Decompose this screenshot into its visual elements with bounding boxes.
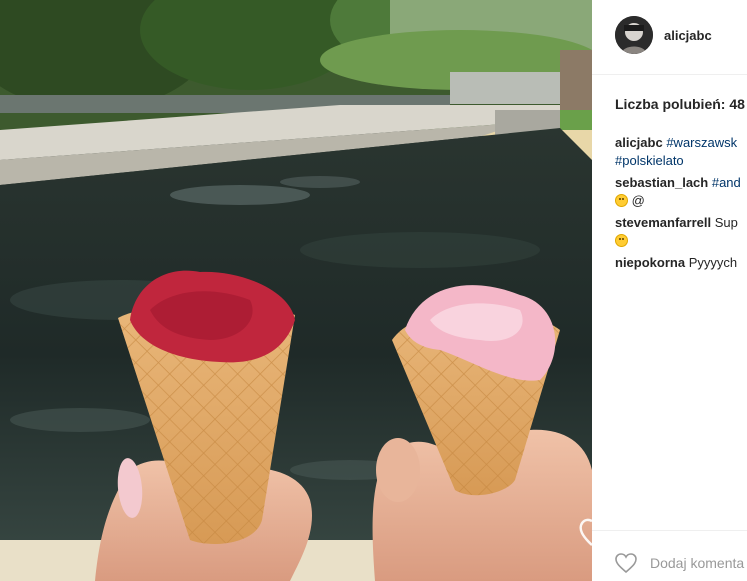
avatar[interactable] — [615, 16, 653, 54]
list-item: stevemanfarrell Sup — [615, 214, 747, 250]
comment-author[interactable]: stevemanfarrell — [615, 215, 711, 230]
comment-author[interactable]: niepokorna — [615, 255, 685, 270]
share-heart-icon — [579, 518, 592, 546]
comment-text: Pyyyych — [688, 255, 738, 270]
post-footer: Dodaj komenta — [592, 530, 747, 581]
heart-icon[interactable] — [614, 552, 638, 574]
post-sidebar: alicjabc Liczba polubień: 48 alicjabc #w… — [592, 0, 747, 581]
likes-count[interactable]: Liczba polubień: 48 — [615, 96, 745, 112]
comment-author[interactable]: sebastian_lach — [615, 175, 708, 190]
add-comment-input[interactable]: Dodaj komenta — [650, 555, 744, 571]
comment-hashtag[interactable]: #and — [712, 175, 741, 190]
post-photo — [0, 0, 592, 581]
comment-hashtag[interactable]: #warszawsk — [666, 135, 737, 150]
list-item: niepokorna Pyyyych — [615, 254, 747, 272]
post-header: alicjabc — [592, 0, 747, 75]
comment-mention[interactable]: @ — [632, 193, 645, 208]
comment-author[interactable]: alicjabc — [615, 135, 663, 150]
smile-emoji-icon — [615, 234, 628, 247]
comment-text: Sup — [714, 215, 738, 230]
list-item: sebastian_lach #and @ — [615, 174, 747, 210]
list-item: alicjabc #warszawsk #polskielato — [615, 134, 747, 170]
post-author-username[interactable]: alicjabc — [664, 28, 712, 43]
comment-hashtag[interactable]: #polskielato — [615, 153, 684, 168]
smirk-emoji-icon — [615, 194, 628, 207]
comment-list: alicjabc #warszawsk #polskielato sebasti… — [615, 134, 747, 276]
